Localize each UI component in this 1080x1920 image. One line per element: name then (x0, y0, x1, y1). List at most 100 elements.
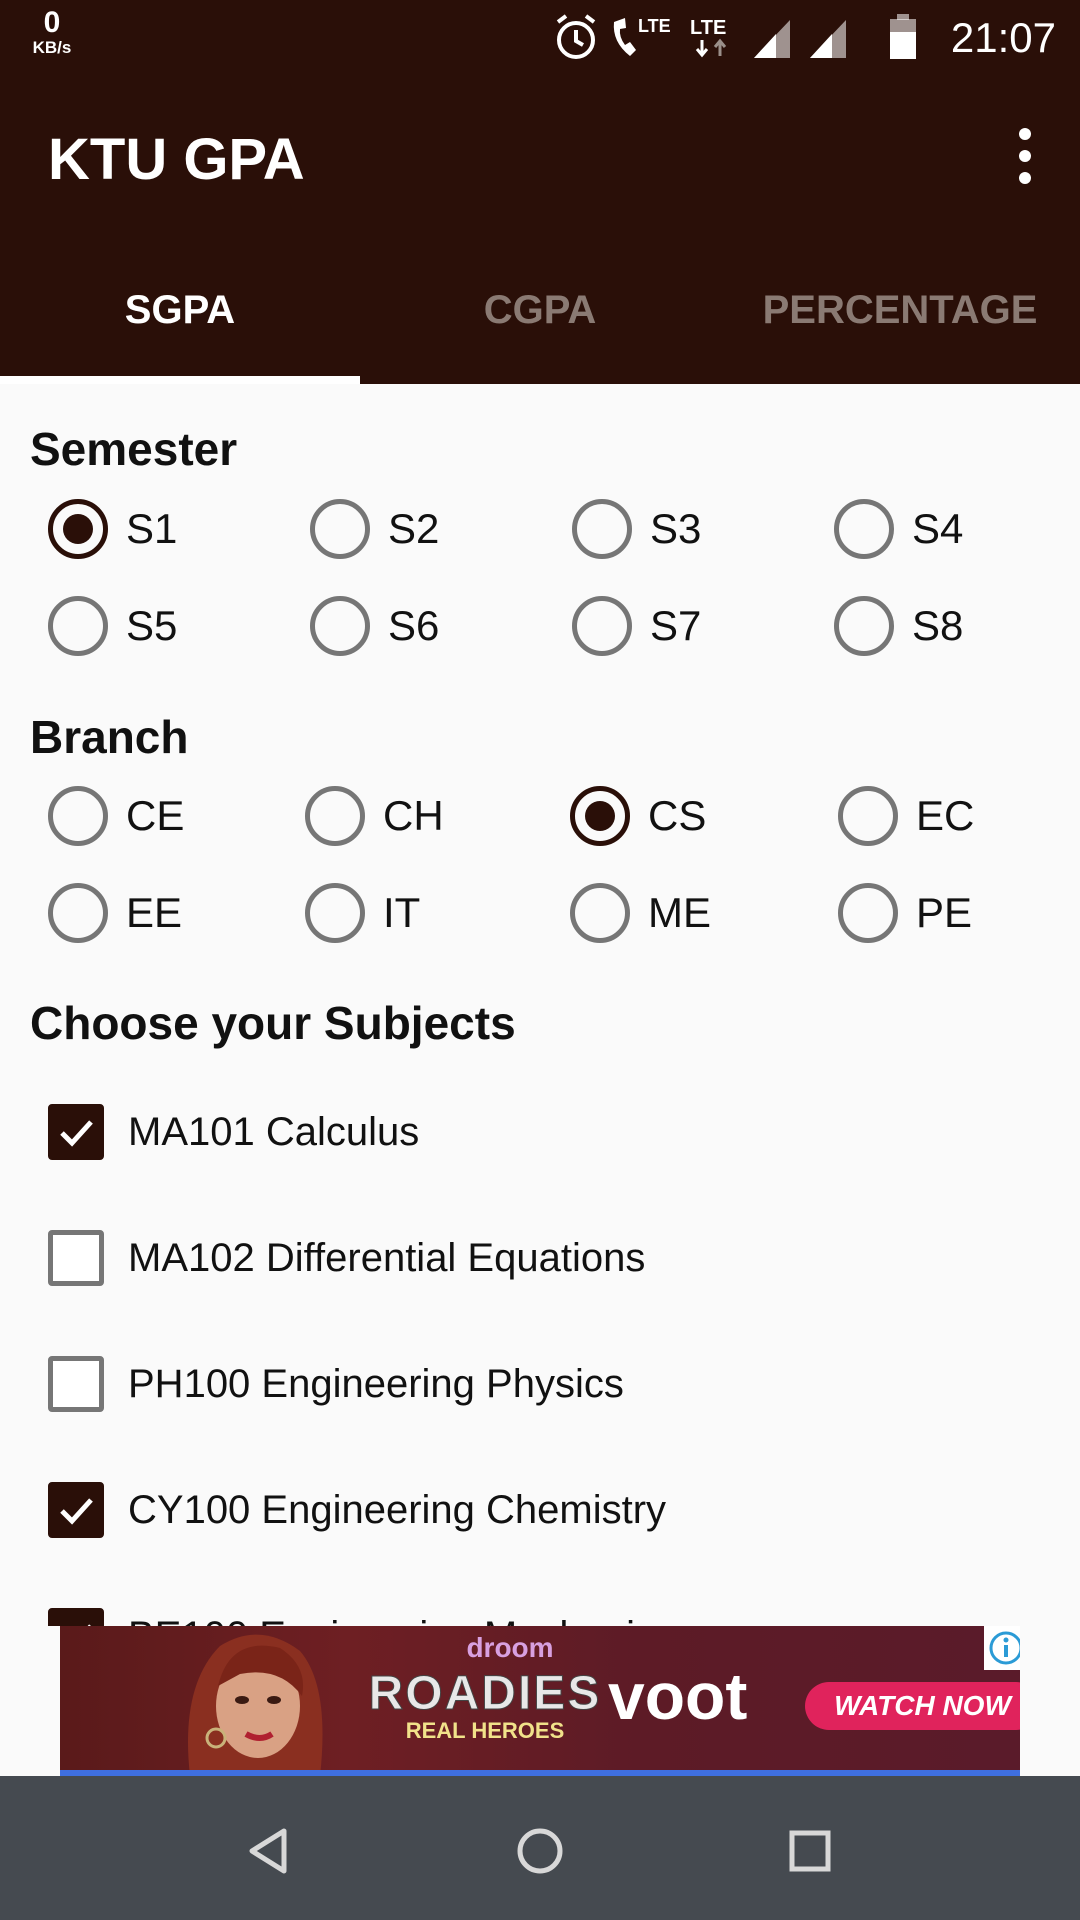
branch-radio-ch[interactable]: CH (305, 771, 444, 861)
radio-label: S4 (912, 505, 964, 552)
radio-button-icon (310, 499, 370, 559)
back-icon[interactable] (225, 1806, 315, 1896)
semester-radio-s5[interactable]: S5 (48, 581, 177, 671)
navigation-bar (0, 1776, 1080, 1920)
checkbox-icon (48, 1104, 104, 1160)
radio-label: PE (916, 889, 973, 936)
semester-radio-s6[interactable]: S6 (310, 581, 439, 671)
semester-radio-s8[interactable]: S8 (834, 581, 963, 671)
branch-radio-cs[interactable]: CS (570, 771, 706, 861)
tab-bar: SGPA CGPA PERCENTAGE (0, 236, 1080, 384)
branch-radio-ec[interactable]: EC (838, 771, 974, 861)
radio-label: S5 (126, 602, 178, 649)
lte-data-icon: LTE (690, 17, 726, 58)
radio-label: CH (383, 792, 444, 839)
branch-radio-ee[interactable]: EE (48, 868, 182, 958)
checkbox-label: BE100 Engineering Mechanics (128, 1614, 675, 1627)
radio-label: EE (126, 889, 183, 936)
check-icon (60, 1120, 93, 1147)
checkbox-icon (48, 1356, 104, 1412)
radio-label: S3 (650, 505, 702, 552)
network-speed-indicator: 0 KB/s (22, 6, 82, 57)
subject-checkbox-ma102[interactable]: MA102 Differential Equations (48, 1218, 645, 1298)
subjects-title: Choose your Subjects (30, 997, 516, 1049)
semester-row-1: S1 S2 S3 S4 (0, 484, 1080, 574)
recents-icon[interactable] (765, 1806, 855, 1896)
tab-cgpa[interactable]: CGPA (360, 236, 720, 384)
branch-title: Branch (30, 711, 189, 763)
signal-icon (810, 20, 846, 58)
radio-button-icon (838, 883, 898, 943)
radio-label: CS (648, 792, 707, 839)
radio-label: IT (383, 889, 421, 936)
checkbox-label: MA101 Calculus (128, 1109, 420, 1154)
info-icon[interactable] (984, 1626, 1020, 1670)
app-bar: KTU GPA (0, 76, 1080, 236)
ad-banner[interactable]: droom ROADIES REAL HEROES voot WATCH NOW (60, 1626, 1020, 1776)
checkbox-label: PH100 Engineering Physics (128, 1361, 624, 1406)
ad-headline: ROADIES (368, 1667, 602, 1721)
check-icon (60, 1498, 93, 1525)
radio-button-icon (48, 596, 108, 656)
radio-button-icon (834, 596, 894, 656)
radio-button-icon (572, 596, 632, 656)
branch-radio-pe[interactable]: PE (838, 868, 972, 958)
ad-watch-now-button[interactable]: WATCH NOW (805, 1682, 1020, 1730)
semester-radio-s2[interactable]: S2 (310, 484, 439, 574)
more-vert-icon[interactable] (990, 116, 1060, 196)
semester-row-2: S5 S6 S7 S8 (0, 581, 1080, 671)
radio-label: S1 (126, 505, 178, 552)
app-title: KTU GPA (48, 127, 305, 192)
branch-radio-me[interactable]: ME (570, 868, 711, 958)
subject-checkbox-ma101[interactable]: MA101 Calculus (48, 1092, 419, 1172)
lte-call-label: LTE (638, 16, 670, 36)
subject-checkbox-cy100[interactable]: CY100 Engineering Chemistry (48, 1470, 666, 1550)
radio-button-icon (310, 596, 370, 656)
subject-checkbox-ph100[interactable]: PH100 Engineering Physics (48, 1344, 624, 1424)
semester-radio-s1[interactable]: S1 (48, 484, 177, 574)
status-bar: 0 KB/s LTE LTE 21:07 (0, 0, 1080, 76)
network-speed-value: 0 (43, 6, 61, 39)
tab-percentage[interactable]: PERCENTAGE (720, 236, 1080, 384)
radio-button-icon (48, 786, 108, 846)
radio-button-icon (834, 499, 894, 559)
checkbox-label: CY100 Engineering Chemistry (128, 1487, 667, 1532)
checkbox-icon (48, 1482, 104, 1538)
radio-button-icon (838, 786, 898, 846)
semester-radio-s7[interactable]: S7 (572, 581, 701, 671)
semester-radio-s3[interactable]: S3 (572, 484, 701, 574)
branch-radio-ce[interactable]: CE (48, 771, 184, 861)
radio-button-icon (572, 499, 632, 559)
branch-radio-it[interactable]: IT (305, 868, 420, 958)
sgpa-form: Semester S1 S2 S3 S4 S5 S6 S7 S8 Branch … (0, 384, 1080, 1626)
checkbox-icon (48, 1230, 104, 1286)
radio-button-icon (570, 786, 630, 846)
ad-subline: REAL HEROES (405, 1718, 565, 1743)
radio-label: ME (648, 889, 711, 936)
semester-title: Semester (30, 423, 238, 475)
radio-button-icon (48, 883, 108, 943)
volte-call-icon: LTE (613, 16, 670, 56)
radio-label: S8 (912, 602, 964, 649)
tab-sgpa[interactable]: SGPA (0, 236, 360, 384)
checkbox-label: MA102 Differential Equations (128, 1235, 646, 1280)
semester-radio-s4[interactable]: S4 (834, 484, 963, 574)
radio-button-icon (570, 883, 630, 943)
radio-button-icon (305, 786, 365, 846)
checkbox-icon (48, 1608, 104, 1626)
lte-data-label: LTE (690, 17, 726, 39)
network-speed-unit: KB/s (32, 38, 72, 57)
radio-label: S2 (388, 505, 440, 552)
radio-label: CE (126, 792, 185, 839)
check-icon (87, 1624, 91, 1626)
radio-button-icon (305, 883, 365, 943)
radio-label: EC (916, 792, 975, 839)
home-icon[interactable] (495, 1806, 585, 1896)
subject-checkbox-be100[interactable]: BE100 Engineering Mechanics (48, 1596, 675, 1626)
clock: 21:07 (950, 14, 1056, 61)
battery-icon (890, 14, 916, 59)
radio-button-icon (48, 499, 108, 559)
radio-label: S6 (388, 602, 440, 649)
branch-row-1: CE CH CS EC (0, 771, 1080, 861)
branch-row-2: EE IT ME PE (0, 868, 1080, 958)
